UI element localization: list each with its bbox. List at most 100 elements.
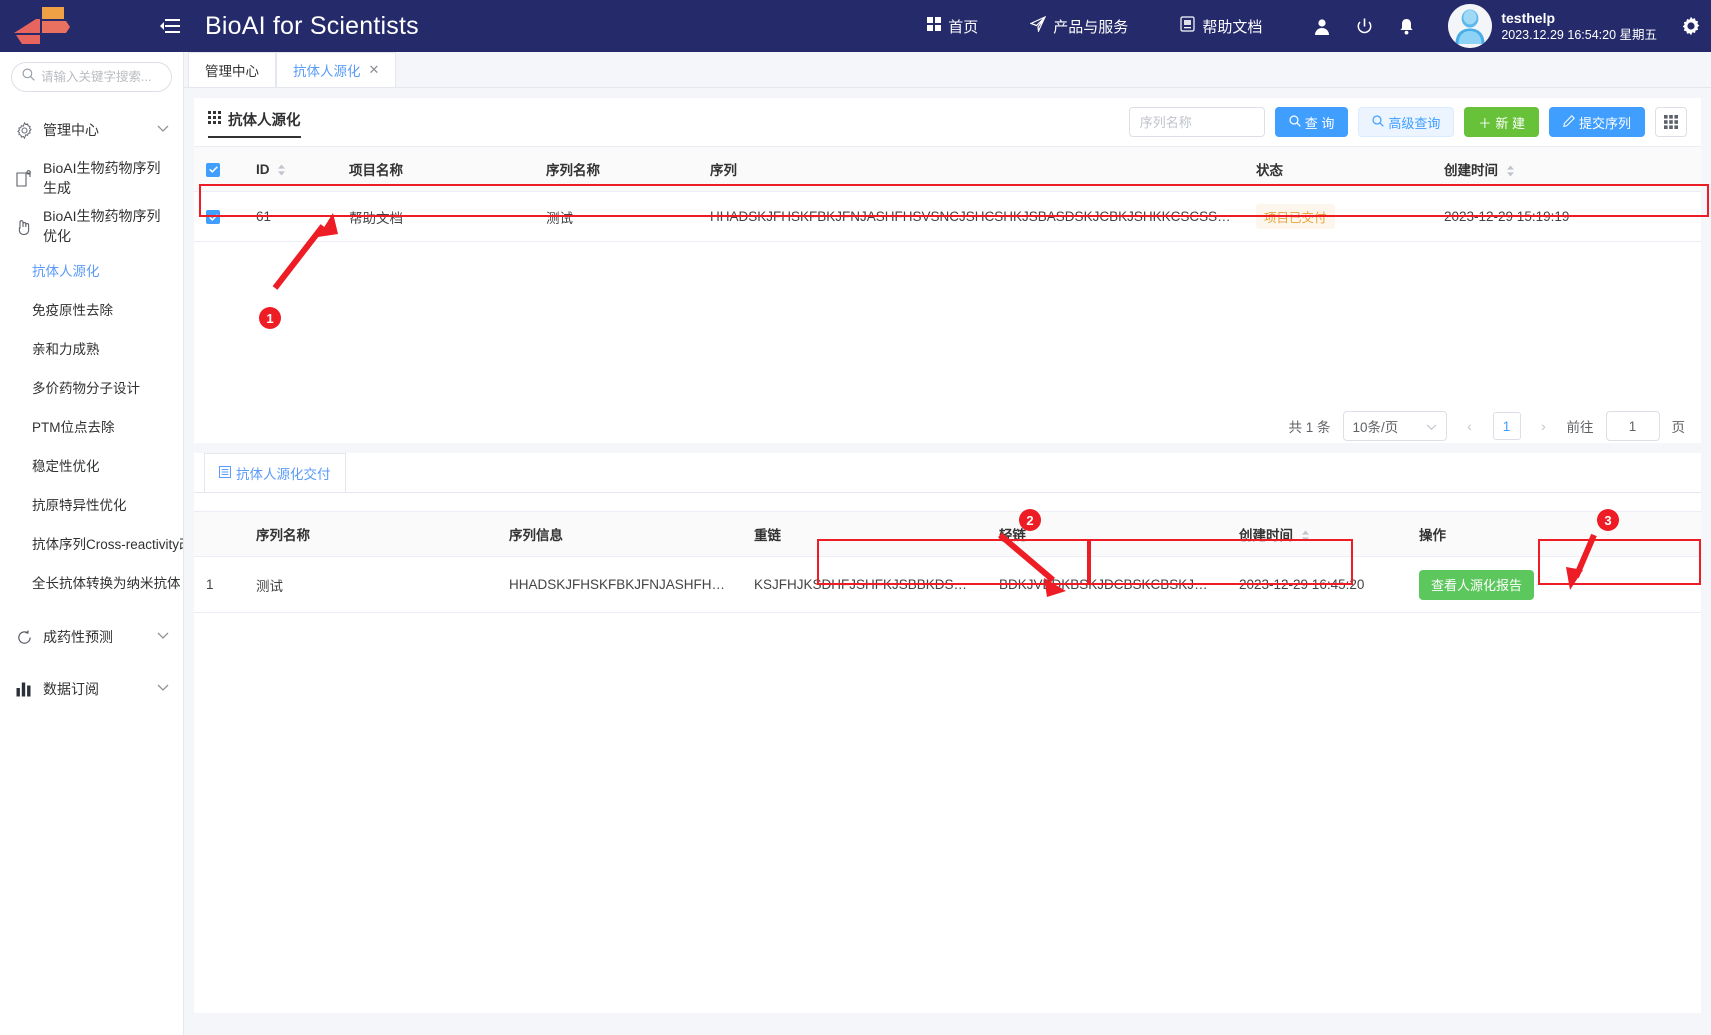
row-checkbox[interactable] [206,210,220,225]
column-sequence: 序列 [698,146,1244,192]
view-humanization-report-button[interactable]: 查看人源化报告 [1419,569,1535,600]
column-created-time-label: 创建时间 [1239,528,1293,543]
close-icon[interactable]: ✕ [369,62,380,78]
delivery-panel: 抗体人源化交付 序列名称 序列信息 重链 轻链 创建时间 操作 1 测试 HHA… [194,453,1701,1013]
humanization-panel: 抗体人源化 查 询 高级查询 ＋ 新 建 [194,98,1701,443]
sidebar-group-label: 成药性预测 [43,629,113,645]
column-created-time[interactable]: 创建时间 [1227,511,1407,557]
tab-antibody-humanization-label: 抗体人源化 [293,64,361,79]
nav-home-label: 首页 [948,18,979,36]
submit-sequence-button-label: 提交序列 [1578,115,1631,131]
cell-created-time: 2023-12-29 16:45:20 [1227,556,1407,613]
cell-index: 1 [194,556,244,613]
column-sequence-name: 序列名称 [244,511,497,557]
panel-title: 抗体人源化 [208,106,301,138]
submit-sequence-button[interactable]: 提交序列 [1548,107,1645,137]
column-index [194,511,244,557]
nav-help-docs[interactable]: 帮助文档 [1180,16,1262,37]
plus-icon: ＋ [1478,115,1492,131]
sequence-name-search-input[interactable] [1128,107,1265,137]
sidebar-item-ptm-site-removal[interactable]: PTM位点去除 [0,406,183,445]
grid-icon [927,17,942,35]
cell-action: 查看人源化报告 [1407,556,1701,613]
nav-home[interactable]: 首页 [927,16,978,37]
sort-icon[interactable] [1301,530,1310,542]
column-actions: 操作 [1407,511,1701,557]
tab-admin-center[interactable]: 管理中心 [188,52,276,87]
bell-icon[interactable] [1399,18,1414,35]
tab-antibody-humanization[interactable]: 抗体人源化 ✕ [276,52,397,87]
sidebar-item-nanobody-conversion[interactable]: 全长抗体转换为纳米抗体 [0,562,183,601]
search-input[interactable] [41,70,159,84]
page-size-select[interactable]: 10条/页 [1342,411,1447,441]
chevron-down-icon [157,683,169,695]
create-button[interactable]: ＋ 新 建 [1464,107,1539,137]
gear-icon[interactable] [1671,16,1711,36]
hamburger-icon[interactable] [157,13,183,39]
humanization-table: ID 项目名称 序列名称 序列 状态 创建时间 61 帮助文档 测试 HHADS… [194,146,1701,242]
jump-label: 前往 [1566,420,1594,435]
tab-humanization-delivery[interactable]: 抗体人源化交付 [204,453,346,492]
avatar [1448,4,1493,48]
user-profile[interactable]: testhelp 2023.12.29 16:54:20 星期五 [1448,4,1657,48]
row-select-cell [194,191,244,242]
query-button[interactable]: 查 询 [1274,107,1349,137]
column-light-chain: 轻链 [987,511,1227,557]
sidebar-item-multivalent-design[interactable]: 多价药物分子设计 [0,367,183,406]
sidebar-item-cross-reactivity[interactable]: 抗体序列Cross-reactivity改 [0,523,183,562]
page-number-1[interactable]: 1 [1492,412,1521,440]
sidebar-item-affinity-maturation[interactable]: 亲和力成熟 [0,328,183,367]
power-icon[interactable] [1356,18,1373,35]
prev-page-button[interactable]: ‹ [1459,413,1481,439]
sidebar-group-druggability-prediction[interactable]: 成药性预测 [0,613,183,661]
gear-icon [14,121,34,139]
status-badge: 项目已交付 [1256,204,1335,229]
page-size-value: 10条/页 [1352,420,1399,435]
sidebar-item-antigen-specificity[interactable]: 抗原特异性优化 [0,484,183,523]
top-header-bar: BioAI for Scientists 首页 产品与服务 帮助文档 testh… [0,0,1711,52]
user-icon[interactable] [1314,18,1330,35]
sidebar-group-seq-generation[interactable]: BioAI生物药物序列生成 [0,154,183,202]
nav-products[interactable]: 产品与服务 [1029,15,1129,37]
table-row[interactable]: 1 测试 HHADSKJFHSKFBKJFNJASHFHSV… KSJFHJKS… [194,556,1701,613]
sidebar-group-data-subscription[interactable]: 数据订阅 [0,665,183,713]
column-id[interactable]: ID [244,146,337,192]
grid-icon [208,110,221,128]
sidebar-search[interactable] [11,62,172,92]
top-navigation: 首页 产品与服务 帮助文档 testhelp 2023.12.29 16:54:… [927,4,1711,48]
jump-page-input[interactable] [1605,411,1660,441]
column-created-time[interactable]: 创建时间 [1432,146,1701,192]
table-header-row: ID 项目名称 序列名称 序列 状态 创建时间 [194,146,1701,192]
next-page-button[interactable]: › [1533,413,1555,439]
hand-icon [14,218,34,235]
chevron-down-icon [157,124,169,136]
sidebar-item-immunogenicity-removal[interactable]: 免疫原性去除 [0,289,183,328]
clipboard-icon [14,169,34,187]
cell-sequence: HHADSKJFHSKFBKJFNJASHFHSVSNCJSHCSHKJSBAS… [698,191,1244,242]
advanced-query-button[interactable]: 高级查询 [1358,107,1455,137]
nav-products-label: 产品与服务 [1053,18,1129,36]
tab-admin-center-label: 管理中心 [205,64,259,79]
table-columns-icon[interactable] [1655,107,1687,137]
sidebar-item-antibody-humanization[interactable]: 抗体人源化 [0,250,183,289]
cell-created-time: 2023-12-29 15:19:19 [1432,191,1701,242]
cell-id[interactable]: 61 [244,191,337,242]
sort-icon[interactable] [1506,165,1515,177]
chevron-down-icon [1426,419,1437,434]
panel-toolbar: 查 询 高级查询 ＋ 新 建 提交序列 [1128,107,1687,137]
sidebar-group-label: 管理中心 [43,122,99,138]
column-sequence-name: 序列名称 [534,146,698,192]
sidebar-group-label: 数据订阅 [43,681,99,697]
select-all-header [194,146,244,192]
sort-icon[interactable] [277,164,286,176]
sidebar-group-label: BioAI生物药物序列优化 [43,208,161,244]
column-id-label: ID [256,161,270,177]
user-name: testhelp [1501,9,1556,26]
sidebar-item-stability-optimization[interactable]: 稳定性优化 [0,445,183,484]
select-all-checkbox[interactable] [206,162,220,177]
panel-header: 抗体人源化 查 询 高级查询 ＋ 新 建 [194,98,1701,146]
table-row[interactable]: 61 帮助文档 测试 HHADSKJFHSKFBKJFNJASHFHSVSNCJ… [194,191,1701,242]
sidebar-group-seq-optimization[interactable]: BioAI生物药物序列优化 [0,202,183,250]
sidebar-group-admin-center[interactable]: 管理中心 [0,106,183,154]
app-logo [0,0,82,52]
